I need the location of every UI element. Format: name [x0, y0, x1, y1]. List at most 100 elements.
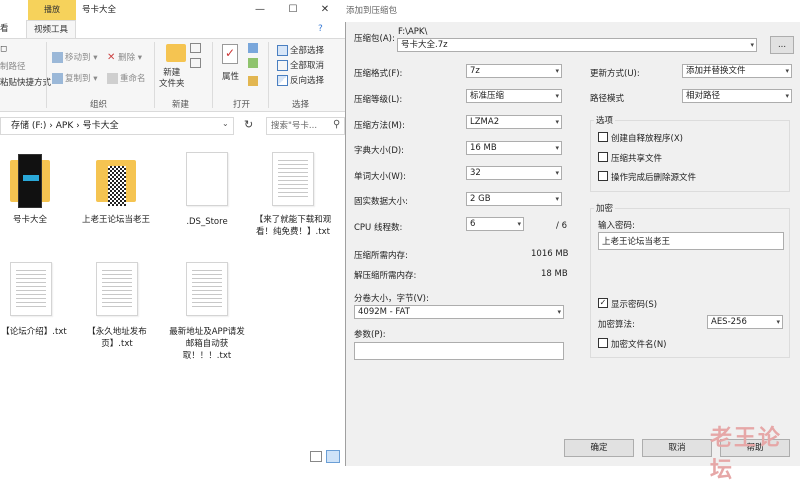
chevron-down-icon[interactable]: ⌄	[222, 119, 229, 128]
folder-thumbnail-dark	[18, 154, 42, 208]
browse-button[interactable]: ...	[770, 36, 794, 54]
copy-path-button[interactable]: 制路径	[0, 60, 26, 72]
rename-button[interactable]: 重命名	[107, 72, 146, 84]
select-all-label: 全部选择	[290, 46, 325, 56]
breadcrumb-drive[interactable]: 存储 (F:)	[11, 121, 46, 131]
password-label: 输入密码:	[598, 221, 635, 231]
enc-method-label: 加密算法:	[598, 320, 635, 330]
cpu-value: 6	[470, 219, 476, 229]
properties-button[interactable]: 属性	[222, 70, 239, 82]
new-folder-icon[interactable]	[166, 44, 186, 62]
minimize-icon[interactable]: —	[253, 3, 267, 17]
password-input[interactable]: 上老王论坛当老王	[598, 232, 784, 250]
enc-method-select[interactable]: AES-256 ▾	[707, 315, 783, 329]
qr-code-thumbnail	[108, 166, 126, 206]
invert-label: 反向选择	[290, 76, 325, 86]
properties-icon[interactable]: ✓	[222, 44, 238, 64]
path-mode-select[interactable]: 相对路径 ▾	[682, 89, 792, 103]
file-name: 号卡大全	[12, 215, 47, 225]
file-explorer-window: 播放 号卡大全 — ☐ ✕ 看 视频工具 ? ◻ 制路径 粘贴快捷方式 移动到 …	[0, 0, 345, 466]
txt-file-icon[interactable]	[96, 262, 138, 316]
format-select[interactable]: 7z ▾	[466, 64, 562, 78]
ribbon-separator	[268, 42, 269, 108]
easy-access-icon[interactable]	[190, 58, 201, 68]
method-value: LZMA2	[470, 117, 500, 127]
close-icon[interactable]: ✕	[318, 3, 332, 17]
word-select[interactable]: 32 ▾	[466, 166, 562, 180]
show-password-checkbox[interactable]: ✓	[598, 298, 608, 308]
select-all-button[interactable]: 全部选择	[277, 44, 324, 56]
edit-icon[interactable]	[248, 58, 258, 68]
chevron-down-icon: ▾	[555, 195, 559, 203]
file-name: 【论坛介绍】.txt	[1, 327, 67, 337]
help-icon[interactable]: ?	[318, 24, 323, 34]
cancel-button[interactable]: 取消	[642, 439, 712, 457]
move-icon	[52, 52, 63, 63]
delete-after-checkbox[interactable]	[598, 171, 608, 181]
path-mode-value: 相对路径	[686, 91, 721, 101]
options-title: 选项	[594, 114, 616, 126]
dict-select[interactable]: 16 MB ▾	[466, 141, 562, 155]
split-combo[interactable]: 4092M - FAT ▾	[354, 305, 564, 319]
chevron-down-icon: ▾	[555, 67, 559, 75]
ok-button[interactable]: 确定	[564, 439, 634, 457]
breadcrumb[interactable]: 存储 (F:) › APK › 号卡大全	[0, 117, 234, 135]
invert-selection-button[interactable]: 反向选择	[277, 74, 324, 86]
cpu-label: CPU 线程数:	[354, 223, 403, 233]
move-to-button[interactable]: 移动到 ▾	[52, 51, 97, 63]
format-value: 7z	[470, 66, 480, 76]
sfx-checkbox[interactable]	[598, 132, 608, 142]
update-label: 更新方式(U):	[590, 69, 640, 79]
copy-to-label: 复制到	[65, 74, 91, 84]
encrypt-names-checkbox[interactable]	[598, 338, 608, 348]
context-tab-play[interactable]: 播放	[28, 0, 76, 20]
archive-name-combo[interactable]: 号卡大全.7z ▾	[397, 38, 757, 52]
file-item-folder[interactable]	[10, 152, 50, 210]
params-input[interactable]	[354, 342, 564, 360]
shared-checkbox[interactable]	[598, 152, 608, 162]
txt-file-icon[interactable]	[186, 262, 228, 316]
window-title: 号卡大全	[82, 5, 117, 15]
select-none-button[interactable]: 全部取消	[277, 59, 324, 71]
chevron-down-icon: ▾	[785, 92, 789, 100]
dialog-title: 添加到压缩包	[346, 6, 398, 16]
tab-video-tools[interactable]: 视频工具	[26, 20, 76, 38]
copy-to-button[interactable]: 复制到 ▾	[52, 72, 97, 84]
breadcrumb-apk[interactable]: APK	[56, 121, 74, 131]
new-item-icon[interactable]	[190, 43, 201, 53]
search-icon: ⚲	[333, 119, 341, 130]
select-none-label: 全部取消	[290, 61, 325, 71]
paste-shortcut-button[interactable]: 粘贴快捷方式	[0, 76, 51, 88]
file-item-folder[interactable]	[96, 152, 136, 210]
delete-after-label: 操作完成后删除源文件	[611, 173, 697, 183]
new-folder-button[interactable]: 新建 文件夹	[159, 68, 185, 90]
open-icon[interactable]	[248, 43, 258, 53]
status-bar	[0, 448, 345, 466]
solid-select[interactable]: 2 GB ▾	[466, 192, 562, 206]
maximize-icon[interactable]: ☐	[286, 3, 300, 17]
clipboard-partial-icon[interactable]: ◻	[0, 44, 7, 54]
breadcrumb-current[interactable]: 号卡大全	[83, 121, 119, 131]
params-label: 参数(P):	[354, 330, 386, 340]
large-icons-view-icon[interactable]	[326, 450, 340, 463]
cpu-select[interactable]: 6 ▾	[466, 217, 524, 231]
tab-view[interactable]: 看	[0, 20, 9, 38]
history-icon[interactable]	[248, 76, 258, 86]
blank-file-icon[interactable]	[186, 152, 228, 206]
refresh-icon[interactable]: ↻	[244, 118, 253, 131]
delete-button[interactable]: ✕ 删除 ▾	[107, 51, 142, 63]
txt-file-icon[interactable]	[10, 262, 52, 316]
rename-label: 重命名	[120, 74, 146, 84]
watermark-logo: 老王论坛	[710, 426, 783, 483]
update-value: 添加并替换文件	[686, 66, 746, 76]
chevron-down-icon: ▾	[750, 41, 754, 49]
path-mode-label: 路径模式	[590, 94, 625, 104]
encryption-title: 加密	[594, 202, 616, 214]
txt-file-icon[interactable]	[272, 152, 314, 206]
level-select[interactable]: 标准压缩 ▾	[466, 89, 562, 103]
method-select[interactable]: LZMA2 ▾	[466, 115, 562, 129]
details-view-icon[interactable]	[310, 451, 322, 462]
format-label: 压缩格式(F):	[354, 69, 403, 79]
chevron-down-icon: ▾	[776, 318, 780, 326]
update-select[interactable]: 添加并替换文件 ▾	[682, 64, 792, 78]
